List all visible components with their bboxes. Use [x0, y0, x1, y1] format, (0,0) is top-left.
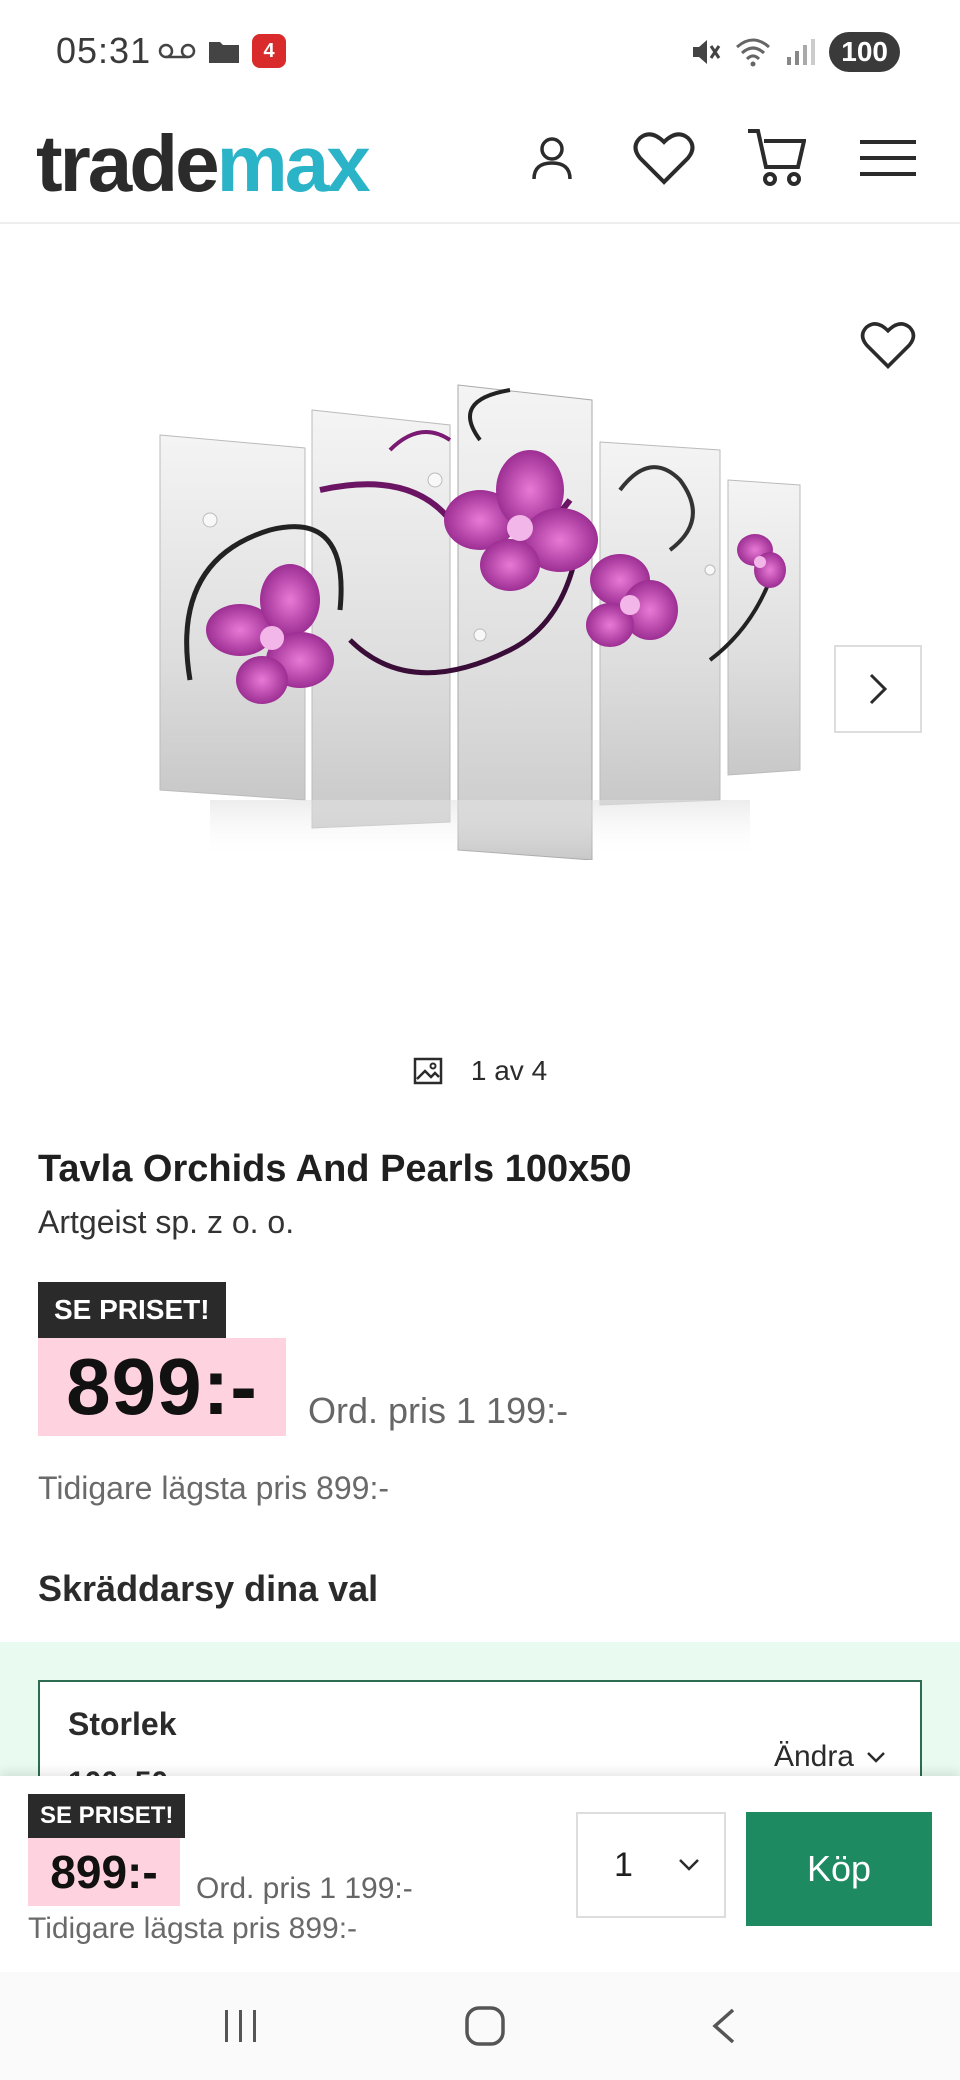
buybar-lowest-price: Tidigare lägsta pris 899:-: [28, 1912, 358, 1945]
status-time: 05:31: [56, 30, 152, 71]
product-price: 899:-: [38, 1338, 286, 1436]
change-size-button[interactable]: Ändra: [774, 1740, 886, 1774]
image-icon: [413, 1057, 443, 1085]
image-counter-text: 1 av 4: [470, 1055, 548, 1086]
chevron-down-icon: [867, 1752, 885, 1763]
status-bar: 05:31 4 100: [0, 0, 960, 104]
recent-apps-icon[interactable]: [221, 2008, 261, 2044]
next-image-button[interactable]: [834, 645, 922, 733]
change-size-label: Ändra: [773, 1740, 854, 1773]
system-nav-bar: [0, 1972, 960, 2080]
customize-heading: Skräddarsy dina val: [38, 1568, 379, 1609]
product-title: Tavla Orchids And Pearls 100x50: [38, 1148, 632, 1190]
buybar-price-badge: SE PRISET!: [28, 1794, 186, 1838]
product-brand[interactable]: Artgeist sp. z o. o.: [38, 1204, 294, 1241]
voicemail-icon: [158, 43, 196, 59]
wishlist-heart-icon[interactable]: [628, 122, 700, 194]
site-header: trademax: [0, 104, 960, 224]
product-gallery: [0, 240, 960, 1020]
quantity-select[interactable]: 1: [576, 1812, 726, 1918]
battery-indicator: 100: [829, 32, 900, 72]
quantity-value: 1: [614, 1845, 633, 1884]
product-image[interactable]: [150, 380, 810, 860]
chevron-down-icon: [679, 1859, 699, 1871]
size-option-label: Storlek: [68, 1706, 177, 1742]
buybar-price: 899:-: [28, 1838, 180, 1906]
buy-button[interactable]: Köp: [746, 1812, 932, 1926]
home-icon[interactable]: [463, 2004, 507, 2048]
folder-icon: [209, 42, 239, 63]
logo-text-trade: trade: [36, 119, 220, 208]
logo-text-max: max: [216, 119, 371, 208]
cart-icon[interactable]: [740, 122, 812, 194]
signal-icon: [787, 39, 816, 65]
buybar-ordinary-price: Ord. pris 1 199:-: [196, 1872, 413, 1905]
add-to-wishlist-icon[interactable]: [860, 320, 920, 380]
wifi-icon: [736, 38, 771, 67]
image-counter: 1 av 4: [0, 1055, 960, 1087]
account-icon[interactable]: [516, 122, 588, 194]
sticky-buy-bar: SE PRISET! 899:- Ord. pris 1 199:- Tidig…: [0, 1776, 960, 1972]
trademax-logo[interactable]: trademax: [36, 114, 371, 214]
ordinary-price: Ord. pris 1 199:-: [308, 1390, 569, 1431]
menu-icon[interactable]: [852, 122, 924, 194]
mute-icon: [693, 40, 721, 64]
notification-badge: 4: [252, 34, 286, 68]
back-icon[interactable]: [709, 2006, 739, 2046]
chevron-right-icon: [869, 673, 888, 705]
lowest-price: Tidigare lägsta pris 899:-: [38, 1470, 389, 1506]
price-badge: SE PRISET!: [38, 1282, 226, 1338]
